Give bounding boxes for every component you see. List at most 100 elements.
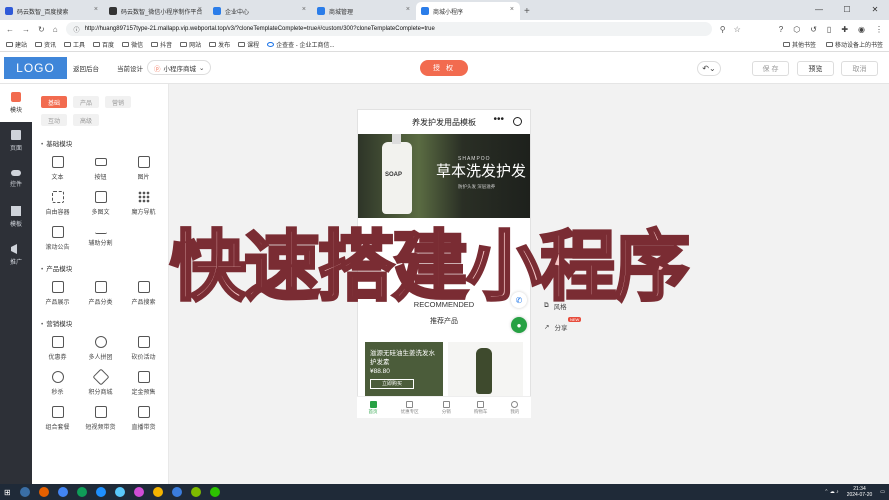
chrome-icon[interactable] bbox=[57, 487, 68, 497]
extension-icon[interactable]: ⬡ bbox=[793, 25, 800, 34]
site-info-icon[interactable]: ⓘ bbox=[74, 25, 80, 34]
extensions-puzzle-icon[interactable]: ✚ bbox=[841, 25, 848, 34]
browser-tab[interactable]: 码云数智_微信小程序制作平台 × bbox=[104, 2, 208, 20]
wechat-taskbar-icon[interactable] bbox=[209, 487, 220, 497]
app-icon[interactable] bbox=[76, 487, 87, 497]
tab-basic[interactable]: 基础 bbox=[41, 96, 67, 108]
notification-icon[interactable]: ▭ bbox=[880, 489, 885, 495]
back-to-admin-link[interactable]: 返回后台 bbox=[73, 63, 99, 73]
current-design-select[interactable]: ⓟ 小程序商城 ⌄ bbox=[147, 60, 212, 75]
cancel-button[interactable]: 取消 bbox=[841, 61, 878, 76]
module-item[interactable]: 砍价活动 bbox=[122, 336, 165, 361]
browser-tab[interactable]: 码云数智_百度搜索 × bbox=[0, 2, 104, 20]
phone-tab-distribution[interactable]: 分销 bbox=[442, 400, 451, 415]
bookmark-item[interactable]: 百度 bbox=[93, 40, 114, 49]
module-item[interactable]: 产品搜索 bbox=[122, 281, 165, 306]
browser-tab-active[interactable]: 商城小程序 × bbox=[416, 2, 520, 20]
app-icon[interactable] bbox=[95, 487, 106, 497]
bookmark-item[interactable]: 抖音 bbox=[151, 40, 172, 49]
minimize-icon[interactable]: — bbox=[805, 0, 833, 20]
module-item[interactable]: 辅助分割 bbox=[79, 226, 122, 251]
module-item[interactable]: 组合套餐 bbox=[36, 406, 79, 431]
save-button[interactable]: 保 存 bbox=[752, 61, 789, 76]
target-icon[interactable] bbox=[513, 117, 522, 126]
bookmark-star-icon[interactable]: ☆ bbox=[734, 25, 741, 34]
back-icon[interactable]: ← bbox=[6, 25, 14, 34]
phone-tab-mine[interactable]: 我的 bbox=[510, 400, 519, 415]
tab-advanced[interactable]: 高级 bbox=[73, 114, 99, 126]
tab-interactive[interactable]: 互动 bbox=[41, 114, 67, 126]
sidebar-toggle-icon[interactable]: ▯ bbox=[827, 25, 831, 34]
app-icon[interactable] bbox=[152, 487, 163, 497]
forward-icon[interactable]: → bbox=[22, 25, 30, 34]
bookmark-item[interactable]: 网站 bbox=[180, 40, 201, 49]
firefox-icon[interactable] bbox=[38, 487, 49, 497]
module-item[interactable]: 魔方导航 bbox=[122, 191, 165, 216]
browser-tab[interactable]: 商城管理 × bbox=[312, 2, 416, 20]
share-action[interactable]: ↗ 分享 NEW bbox=[544, 317, 582, 332]
close-icon[interactable]: × bbox=[302, 6, 306, 13]
module-item[interactable]: 产品分类 bbox=[79, 281, 122, 306]
phone-tab-home[interactable]: 首页 bbox=[369, 400, 378, 415]
sidebar-item-modules[interactable]: 模块 bbox=[0, 84, 32, 122]
sidebar-item-controls[interactable]: 控件 bbox=[0, 160, 32, 198]
module-item[interactable]: 秒杀 bbox=[36, 371, 79, 396]
history-icon[interactable]: ↺ bbox=[810, 25, 817, 34]
app-icon[interactable] bbox=[114, 487, 125, 497]
module-item[interactable]: 按钮 bbox=[79, 156, 122, 181]
tray-icons[interactable]: ⌃ ☁ ♪ bbox=[824, 489, 838, 495]
module-item[interactable]: 短视频带货 bbox=[79, 406, 122, 431]
module-item[interactable]: 文本 bbox=[36, 156, 79, 181]
preview-button[interactable]: 预览 bbox=[797, 61, 834, 76]
module-item[interactable]: 滚动公告 bbox=[36, 226, 79, 251]
app-icon[interactable] bbox=[19, 487, 30, 497]
app-icon[interactable] bbox=[171, 487, 182, 497]
module-item[interactable]: 多图文 bbox=[79, 191, 122, 216]
module-item[interactable]: 优惠券 bbox=[36, 336, 79, 361]
bookmark-mobile[interactable]: 移动设备上的书签 bbox=[825, 40, 883, 49]
close-icon[interactable]: × bbox=[94, 6, 98, 13]
bookmark-item[interactable]: 微信 bbox=[122, 40, 143, 49]
phone-tab-cart[interactable]: 购物车 bbox=[474, 400, 487, 415]
buy-button[interactable]: 立即购买 bbox=[370, 379, 414, 390]
close-icon[interactable]: × bbox=[510, 6, 514, 13]
app-icon[interactable] bbox=[190, 487, 201, 497]
app-icon[interactable] bbox=[133, 487, 144, 497]
module-item[interactable]: 积分商城 bbox=[79, 368, 122, 396]
phone-tab-discount[interactable]: 优惠专区 bbox=[401, 400, 419, 415]
bookmark-item[interactable]: 工具 bbox=[64, 40, 85, 49]
product-card[interactable]: 滋源无硅油生姜洗发水护发素 ¥88.80 立即购买 bbox=[365, 342, 443, 396]
module-item[interactable]: 直播带货 bbox=[122, 406, 165, 431]
bookmark-item[interactable]: 资讯 bbox=[35, 40, 56, 49]
module-item[interactable]: 产品展示 bbox=[36, 281, 79, 306]
tab-product[interactable]: 产品 bbox=[73, 96, 99, 108]
module-item[interactable]: 自由容器 bbox=[36, 191, 79, 216]
bookmark-other[interactable]: 其他书签 bbox=[782, 40, 816, 49]
module-item[interactable]: 图片 bbox=[122, 156, 165, 181]
new-tab-icon[interactable]: + bbox=[524, 6, 530, 17]
start-icon[interactable]: ⊞ bbox=[4, 488, 11, 497]
help-icon[interactable]: ? bbox=[779, 25, 783, 34]
menu-icon[interactable]: ⋮ bbox=[875, 25, 883, 34]
module-item[interactable]: 多人拼团 bbox=[79, 336, 122, 361]
clock[interactable]: 21:34 2024-07-20 bbox=[847, 486, 873, 498]
bookmark-item[interactable]: 建站 bbox=[6, 40, 27, 49]
sidebar-item-pages[interactable]: 页面 bbox=[0, 122, 32, 160]
more-icon[interactable]: ••• bbox=[493, 114, 504, 125]
url-input[interactable]: ⓘ http://huang897157type-21.mallapp.vip.… bbox=[65, 22, 712, 36]
browser-tab[interactable]: 企业中心 × bbox=[208, 2, 312, 20]
bookmark-item[interactable]: 课程 bbox=[238, 40, 259, 49]
close-icon[interactable]: × bbox=[198, 6, 202, 13]
undo-button[interactable]: ↶⌄ bbox=[697, 61, 721, 76]
module-item[interactable]: 定金预售 bbox=[122, 371, 165, 396]
close-icon[interactable]: × bbox=[406, 6, 410, 13]
sidebar-item-templates[interactable]: 模板 bbox=[0, 198, 32, 236]
bookmark-item[interactable]: 企查查 - 企业工商信... bbox=[267, 40, 334, 49]
window-close-icon[interactable]: ✕ bbox=[861, 0, 889, 20]
profile-icon[interactable]: ◉ bbox=[858, 25, 865, 34]
reload-icon[interactable]: ↻ bbox=[38, 25, 45, 34]
translate-icon[interactable]: ⚲ bbox=[720, 25, 726, 34]
wechat-button[interactable]: ● bbox=[511, 317, 527, 333]
tab-marketing[interactable]: 营销 bbox=[105, 96, 131, 108]
sidebar-item-promote[interactable]: 推广 bbox=[0, 236, 32, 274]
